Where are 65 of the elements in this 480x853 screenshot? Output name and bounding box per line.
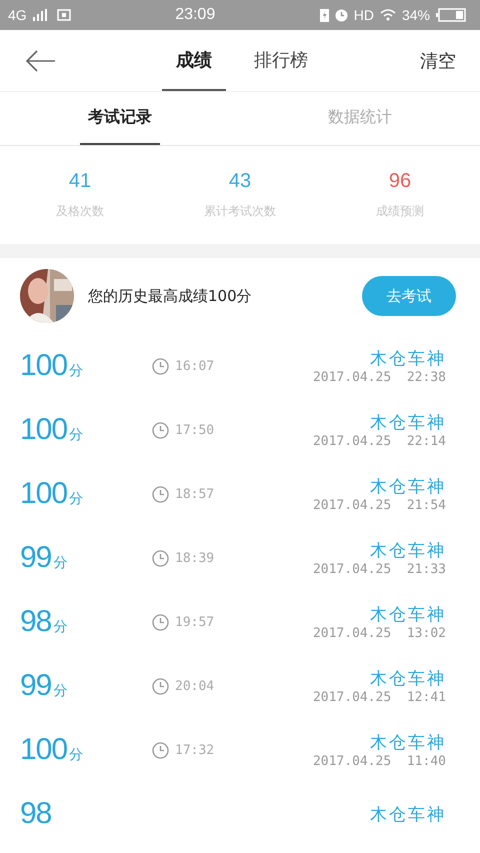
clock-icon [152,550,169,566]
user-name: 木仓车神 [370,732,446,754]
clock-icon [152,678,169,694]
exam-date: 2017.04.25 11:40 [312,754,446,769]
score-unit: 分 [53,618,68,636]
clock-time: 23:09 [175,6,216,24]
score-unit: 分 [69,426,84,444]
clear-button[interactable]: 清空 [420,48,456,72]
screenshot-icon [56,8,71,22]
exam-date: 2017.04.25 13:02 [312,626,446,641]
user-name: 木仓车神 [370,804,446,826]
stat-label: 累计考试次数 [204,203,276,220]
stat-value: 41 [68,170,92,193]
record-tab[interactable]: 考试记录 [80,92,160,145]
clock-icon [152,486,169,502]
duration-text: 19:57 [175,614,214,630]
best-score-text: 您的历史最高成绩100分 [88,286,253,306]
duration-text: 17:32 [175,742,214,758]
network-label: 4G [8,7,27,23]
battery-percent: 34% [402,7,430,23]
score-value: 100 [20,413,68,447]
score-value: 99 [20,541,52,575]
exam-date: 2017.04.25 22:14 [312,434,446,449]
clock-icon [152,614,169,630]
hd-label: HD [354,7,374,23]
duration-text: 18:57 [175,486,214,502]
exam-date: 2017.04.25 22:38 [312,370,446,385]
score-value: 100 [20,349,68,383]
stat-value: 96 [388,170,412,193]
duration-text: 20:04 [175,678,214,694]
user-name: 木仓车神 [370,412,446,434]
score-value: 98 [20,797,52,831]
alarm-icon [334,8,348,22]
user-name: 木仓车神 [370,604,446,626]
user-name: 木仓车神 [370,476,446,498]
stat-label: 成绩预测 [376,203,424,220]
exam-date: 2017.04.25 12:41 [312,690,446,705]
user-name: 木仓车神 [370,668,446,690]
duration-text: 17:50 [175,422,214,438]
nav-tab[interactable]: 成绩 [162,30,226,91]
score-value: 100 [20,477,68,511]
score-unit: 分 [53,682,68,700]
user-name: 木仓车神 [370,348,446,370]
clock-icon [152,742,169,758]
back-arrow-icon[interactable] [26,50,56,72]
wifi-icon [380,9,396,21]
duration-text: 18:39 [175,550,214,566]
user-name: 木仓车神 [370,540,446,562]
score-unit: 分 [69,746,84,764]
clock-icon [152,422,169,438]
score-value: 99 [20,669,52,703]
stat-label: 及格次数 [56,203,104,220]
exam-date: 2017.04.25 21:54 [312,498,446,513]
score-unit: 分 [69,490,84,508]
clock-icon [152,358,169,374]
score-value: 98 [20,605,52,639]
score-value: 100 [20,733,68,767]
stat-value: 43 [228,170,252,193]
charging-icon [320,8,329,22]
score-unit: 分 [69,362,84,380]
exam-date: 2017.04.25 21:33 [312,562,446,577]
nav-tab[interactable]: 排行榜 [240,30,322,91]
duration-text: 16:07 [175,358,214,374]
battery-icon [436,8,466,22]
score-unit: 分 [53,554,68,572]
